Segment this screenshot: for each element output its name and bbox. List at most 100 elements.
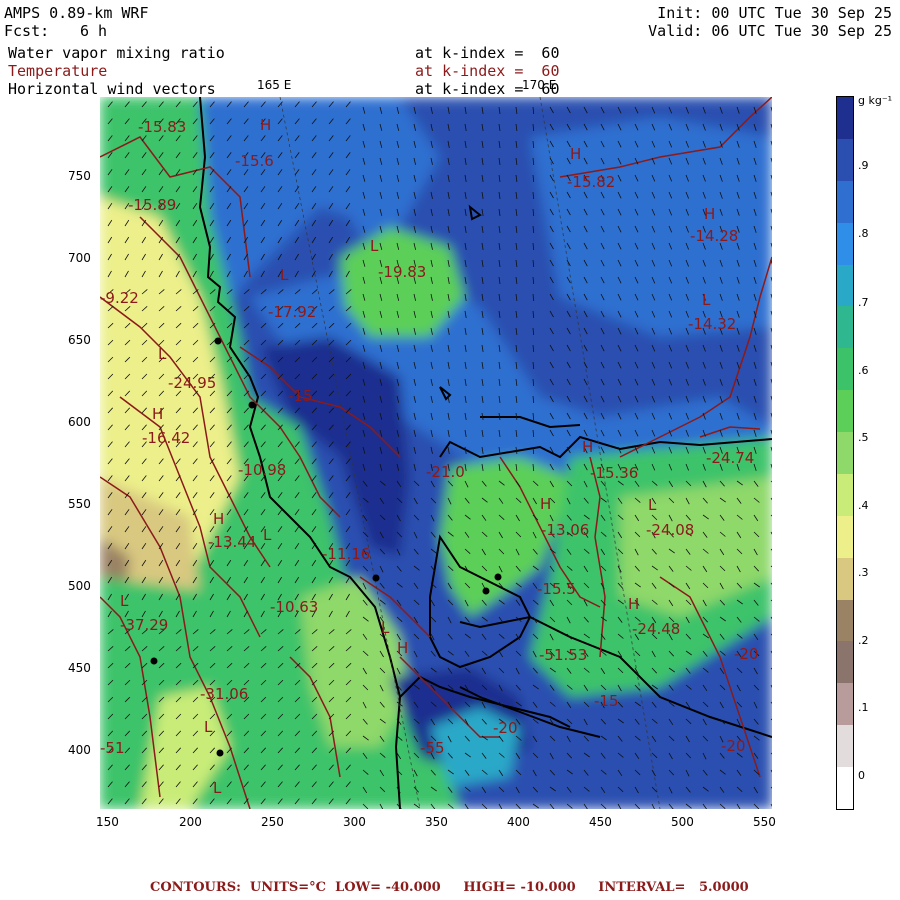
x-tick-label: 450 (589, 815, 612, 829)
colorbar-label: .6 (858, 364, 869, 377)
pressure-mark: H (628, 595, 639, 613)
x-tick-label: 400 (507, 815, 530, 829)
contour-label: -15.82 (567, 173, 615, 191)
longitude-label-170e: 170 E (522, 78, 557, 92)
colorbar-label: .1 (858, 701, 869, 714)
level-moisture: at k-index = 60 (415, 44, 560, 62)
colorbar-swatch (837, 97, 853, 140)
contour-label: -31.06 (200, 685, 248, 703)
y-tick-label: 400 (68, 743, 91, 757)
pressure-mark: L (263, 526, 272, 544)
pressure-mark: L (120, 592, 129, 610)
colorbar-swatch (837, 390, 853, 433)
contour-label: -15.5 (537, 580, 576, 598)
colorbar-label: 0 (858, 769, 865, 782)
colorbar-swatch (837, 264, 853, 307)
x-tick-label: 200 (179, 815, 202, 829)
contour-label: -15.83 (138, 118, 186, 136)
contour-label: -15 (594, 692, 619, 710)
x-tick-label: 550 (753, 815, 776, 829)
pressure-mark: H (570, 145, 581, 163)
contour-label: -51.53 (539, 646, 587, 664)
colorbar-swatch (837, 180, 853, 224)
y-tick-label: 550 (68, 497, 91, 511)
colorbar-swatch (837, 515, 853, 559)
contour-label: -14.32 (688, 315, 736, 333)
pressure-mark: L (702, 291, 711, 309)
contour-label: -10.63 (270, 598, 318, 616)
contour-label: -20 (734, 645, 759, 663)
contour-label: -15.6 (235, 152, 274, 170)
contour-label: -51 (100, 739, 125, 757)
contour-label: -9.22 (100, 289, 139, 307)
contour-label: -24.95 (168, 374, 216, 392)
pressure-mark: L (370, 237, 379, 255)
contour-label: -10.98 (238, 461, 286, 479)
colorbar-swatch (837, 222, 853, 266)
y-tick-label: 500 (68, 579, 91, 593)
colorbar-swatch (837, 306, 853, 349)
x-tick-label: 500 (671, 815, 694, 829)
colorbar-label: .8 (858, 227, 869, 240)
contour-label: -15 (288, 387, 313, 405)
colorbar (836, 96, 854, 810)
pressure-mark: H (397, 639, 408, 657)
colorbar-swatch (837, 557, 853, 601)
map-panel: HLLLHHHLHLLHH LLHLHL -15.83-15.6-15.89-9.… (100, 97, 772, 809)
longitude-label-165e: 165 E (257, 78, 292, 92)
contour-label: -13.44 (208, 533, 256, 551)
contour-label: -55 (420, 739, 445, 757)
contour-label: -17.92 (268, 303, 316, 321)
colorbar-swatch (837, 432, 853, 475)
colorbar-swatch (837, 683, 853, 726)
colorbar-label: .3 (858, 566, 869, 579)
colorbar-swatch (837, 138, 853, 182)
contour-label: -20 (721, 737, 746, 755)
contour-label: -13.06 (541, 521, 589, 539)
field-moisture: Water vapor mixing ratio (8, 44, 225, 62)
contour-label: -19.83 (378, 263, 426, 281)
pressure-mark: L (213, 779, 222, 797)
pressure-mark: L (280, 266, 289, 284)
pressure-mark: L (648, 496, 657, 514)
x-tick-label: 150 (96, 815, 119, 829)
pressure-mark: H (582, 438, 593, 456)
valid-time: Valid: 06 UTC Tue 30 Sep 25 (648, 22, 892, 40)
contour-label: -37.29 (120, 616, 168, 634)
contour-label: -21.0 (426, 463, 465, 481)
x-tick-label: 350 (425, 815, 448, 829)
colorbar-units: g kg⁻¹ (858, 94, 893, 107)
field-wind: Horizontal wind vectors (8, 80, 216, 98)
y-tick-label: 450 (68, 661, 91, 675)
y-tick-label: 600 (68, 415, 91, 429)
y-tick-label: 700 (68, 251, 91, 265)
contour-label: -11.16 (322, 545, 370, 563)
x-tick-label: 250 (261, 815, 284, 829)
forecast-label: Fcst: (4, 22, 50, 40)
y-tick-label: 650 (68, 333, 91, 347)
forecast-hour: 6 h (80, 22, 108, 40)
pressure-mark: H (704, 205, 715, 223)
colorbar-swatch (837, 599, 853, 642)
pressure-mark: H (152, 405, 163, 423)
colorbar-swatch (837, 641, 853, 684)
pressure-mark: H (540, 495, 551, 513)
colorbar-label: .9 (858, 159, 869, 172)
pressure-mark: H (213, 510, 224, 528)
contour-label: -24.08 (646, 521, 694, 539)
contour-label: -16.42 (142, 429, 190, 447)
model-title: AMPS 0.89-km WRF (4, 4, 149, 22)
colorbar-swatch (837, 725, 853, 768)
contour-label: -20 (493, 719, 518, 737)
pressure-mark: H (260, 116, 271, 134)
y-tick-label: 750 (68, 169, 91, 183)
colorbar-label: .7 (858, 296, 869, 309)
contour-label: -24.48 (632, 620, 680, 638)
pressure-mark: L (158, 345, 167, 363)
colorbar-swatch (837, 473, 853, 517)
contour-label: -15.89 (128, 196, 176, 214)
colorbar-swatch (837, 348, 853, 391)
colorbar-swatch (837, 767, 853, 810)
pressure-mark: L (204, 718, 213, 736)
field-temperature: Temperature (8, 62, 108, 80)
